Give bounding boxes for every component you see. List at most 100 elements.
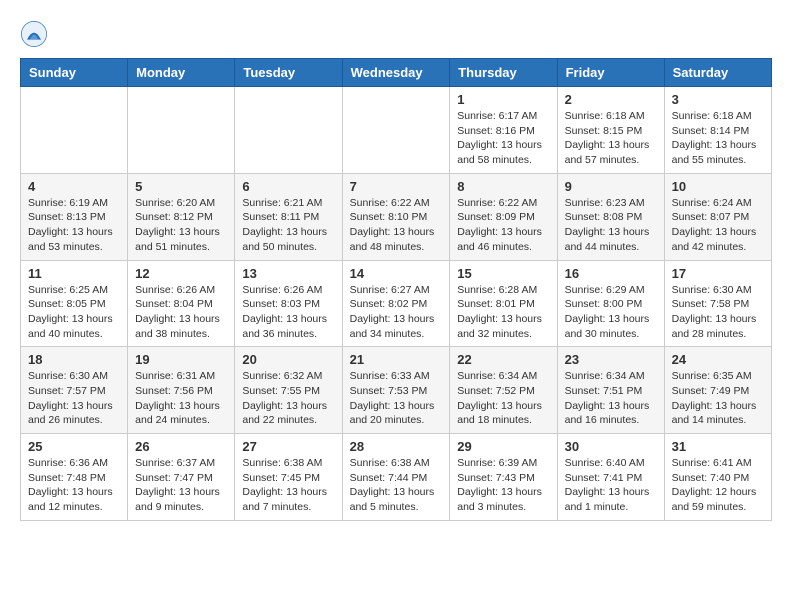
- day-number: 13: [242, 266, 334, 281]
- day-info: Sunrise: 6:25 AM Sunset: 8:05 PM Dayligh…: [28, 283, 120, 342]
- day-number: 15: [457, 266, 549, 281]
- calendar-cell: [342, 87, 450, 174]
- day-number: 28: [350, 439, 443, 454]
- day-number: 31: [672, 439, 764, 454]
- day-info: Sunrise: 6:27 AM Sunset: 8:02 PM Dayligh…: [350, 283, 443, 342]
- calendar-cell: 3Sunrise: 6:18 AM Sunset: 8:14 PM Daylig…: [664, 87, 771, 174]
- day-number: 16: [565, 266, 657, 281]
- calendar-cell: 25Sunrise: 6:36 AM Sunset: 7:48 PM Dayli…: [21, 434, 128, 521]
- day-info: Sunrise: 6:28 AM Sunset: 8:01 PM Dayligh…: [457, 283, 549, 342]
- day-number: 30: [565, 439, 657, 454]
- logo-icon: [20, 20, 48, 48]
- calendar-cell: 10 Sunrise: 6:24 AM Sunset: 8:07 PM Dayli…: [664, 173, 771, 260]
- calendar-cell: 13 Sunrise: 6:26 AM Sunset: 8:03 PM Dayli…: [235, 260, 342, 347]
- day-number: 7: [350, 179, 443, 194]
- day-info: Sunrise: 6:26 AM Sunset: 8:03 PM Dayligh…: [242, 283, 334, 342]
- day-number: 12: [135, 266, 227, 281]
- weekday-header: Saturday: [664, 59, 771, 87]
- day-info: Sunrise: 6:19 AM Sunset: 8:13 PM Dayligh…: [28, 196, 120, 255]
- day-number: 14: [350, 266, 443, 281]
- day-info: Sunrise: 6:38 AM Sunset: 7:45 PM Dayligh…: [242, 456, 334, 515]
- day-info: Sunrise: 6:20 AM Sunset: 8:12 PM Dayligh…: [135, 196, 227, 255]
- calendar-cell: 1 Sunrise: 6:17 AM Sunset: 8:16 PM Daylig…: [450, 87, 557, 174]
- day-info: Sunrise: 6:18 AM Sunset: 8:15 PM Dayligh…: [565, 109, 657, 168]
- calendar-cell: [21, 87, 128, 174]
- calendar-cell: 21Sunrise: 6:33 AM Sunset: 7:53 PM Dayli…: [342, 347, 450, 434]
- calendar-week-row: 18 Sunrise: 6:30 AM Sunset: 7:57 PM Dayli…: [21, 347, 772, 434]
- day-info: Sunrise: 6:39 AM Sunset: 7:43 PM Dayligh…: [457, 456, 549, 515]
- day-info: Sunrise: 6:38 AM Sunset: 7:44 PM Dayligh…: [350, 456, 443, 515]
- day-number: 3: [672, 92, 764, 107]
- day-info: Sunrise: 6:30 AM Sunset: 7:58 PM Dayligh…: [672, 283, 764, 342]
- calendar-cell: 30 Sunrise: 6:40 AM Sunset: 7:41 PM Dayli…: [557, 434, 664, 521]
- calendar-cell: 12Sunrise: 6:26 AM Sunset: 8:04 PM Dayli…: [128, 260, 235, 347]
- calendar-cell: [235, 87, 342, 174]
- day-info: Sunrise: 6:34 AM Sunset: 7:52 PM Dayligh…: [457, 369, 549, 428]
- day-info: Sunrise: 6:40 AM Sunset: 7:41 PM Dayligh…: [565, 456, 657, 515]
- day-info: Sunrise: 6:24 AM Sunset: 8:07 PM Dayligh…: [672, 196, 764, 255]
- calendar-cell: 16 Sunrise: 6:29 AM Sunset: 8:00 PM Dayli…: [557, 260, 664, 347]
- calendar-cell: 31 Sunrise: 6:41 AM Sunset: 7:40 PM Dayli…: [664, 434, 771, 521]
- day-number: 22: [457, 352, 549, 367]
- weekday-header: Thursday: [450, 59, 557, 87]
- calendar-header-row: SundayMondayTuesdayWednesdayThursdayFrid…: [21, 59, 772, 87]
- day-info: Sunrise: 6:37 AM Sunset: 7:47 PM Dayligh…: [135, 456, 227, 515]
- calendar-cell: 9 Sunrise: 6:23 AM Sunset: 8:08 PM Daylig…: [557, 173, 664, 260]
- calendar-cell: 8 Sunrise: 6:22 AM Sunset: 8:09 PM Daylig…: [450, 173, 557, 260]
- day-info: Sunrise: 6:32 AM Sunset: 7:55 PM Dayligh…: [242, 369, 334, 428]
- day-info: Sunrise: 6:34 AM Sunset: 7:51 PM Dayligh…: [565, 369, 657, 428]
- calendar-cell: 5Sunrise: 6:20 AM Sunset: 8:12 PM Daylig…: [128, 173, 235, 260]
- day-number: 6: [242, 179, 334, 194]
- day-info: Sunrise: 6:22 AM Sunset: 8:10 PM Dayligh…: [350, 196, 443, 255]
- logo: [20, 20, 52, 48]
- day-number: 25: [28, 439, 120, 454]
- calendar-cell: 11Sunrise: 6:25 AM Sunset: 8:05 PM Dayli…: [21, 260, 128, 347]
- calendar-cell: 28 Sunrise: 6:38 AM Sunset: 7:44 PM Dayli…: [342, 434, 450, 521]
- day-number: 20: [242, 352, 334, 367]
- calendar-cell: 15 Sunrise: 6:28 AM Sunset: 8:01 PM Dayli…: [450, 260, 557, 347]
- weekday-header: Monday: [128, 59, 235, 87]
- day-number: 26: [135, 439, 227, 454]
- day-number: 21: [350, 352, 443, 367]
- day-number: 10: [672, 179, 764, 194]
- calendar-cell: 26 Sunrise: 6:37 AM Sunset: 7:47 PM Dayli…: [128, 434, 235, 521]
- weekday-header: Wednesday: [342, 59, 450, 87]
- day-info: Sunrise: 6:23 AM Sunset: 8:08 PM Dayligh…: [565, 196, 657, 255]
- calendar-cell: [128, 87, 235, 174]
- calendar-cell: 19 Sunrise: 6:31 AM Sunset: 7:56 PM Dayli…: [128, 347, 235, 434]
- day-number: 27: [242, 439, 334, 454]
- calendar-cell: 20 Sunrise: 6:32 AM Sunset: 7:55 PM Dayli…: [235, 347, 342, 434]
- day-number: 4: [28, 179, 120, 194]
- weekday-header: Sunday: [21, 59, 128, 87]
- calendar-cell: 7 Sunrise: 6:22 AM Sunset: 8:10 PM Daylig…: [342, 173, 450, 260]
- calendar-cell: 27 Sunrise: 6:38 AM Sunset: 7:45 PM Dayli…: [235, 434, 342, 521]
- day-number: 8: [457, 179, 549, 194]
- day-info: Sunrise: 6:35 AM Sunset: 7:49 PM Dayligh…: [672, 369, 764, 428]
- page-header: [20, 20, 772, 48]
- day-info: Sunrise: 6:17 AM Sunset: 8:16 PM Dayligh…: [457, 109, 549, 168]
- day-number: 9: [565, 179, 657, 194]
- calendar-week-row: 1 Sunrise: 6:17 AM Sunset: 8:16 PM Daylig…: [21, 87, 772, 174]
- day-info: Sunrise: 6:31 AM Sunset: 7:56 PM Dayligh…: [135, 369, 227, 428]
- calendar-cell: 29Sunrise: 6:39 AM Sunset: 7:43 PM Dayli…: [450, 434, 557, 521]
- day-info: Sunrise: 6:41 AM Sunset: 7:40 PM Dayligh…: [672, 456, 764, 515]
- calendar-cell: 23 Sunrise: 6:34 AM Sunset: 7:51 PM Dayli…: [557, 347, 664, 434]
- day-number: 23: [565, 352, 657, 367]
- day-number: 1: [457, 92, 549, 107]
- day-number: 18: [28, 352, 120, 367]
- calendar-cell: 22 Sunrise: 6:34 AM Sunset: 7:52 PM Dayli…: [450, 347, 557, 434]
- calendar-week-row: 11Sunrise: 6:25 AM Sunset: 8:05 PM Dayli…: [21, 260, 772, 347]
- calendar-cell: 6 Sunrise: 6:21 AM Sunset: 8:11 PM Daylig…: [235, 173, 342, 260]
- day-info: Sunrise: 6:21 AM Sunset: 8:11 PM Dayligh…: [242, 196, 334, 255]
- day-info: Sunrise: 6:29 AM Sunset: 8:00 PM Dayligh…: [565, 283, 657, 342]
- day-info: Sunrise: 6:30 AM Sunset: 7:57 PM Dayligh…: [28, 369, 120, 428]
- calendar-cell: 2 Sunrise: 6:18 AM Sunset: 8:15 PM Daylig…: [557, 87, 664, 174]
- day-info: Sunrise: 6:22 AM Sunset: 8:09 PM Dayligh…: [457, 196, 549, 255]
- day-number: 2: [565, 92, 657, 107]
- day-number: 19: [135, 352, 227, 367]
- calendar-cell: 4 Sunrise: 6:19 AM Sunset: 8:13 PM Daylig…: [21, 173, 128, 260]
- calendar-week-row: 25Sunrise: 6:36 AM Sunset: 7:48 PM Dayli…: [21, 434, 772, 521]
- weekday-header: Friday: [557, 59, 664, 87]
- calendar-week-row: 4 Sunrise: 6:19 AM Sunset: 8:13 PM Daylig…: [21, 173, 772, 260]
- day-number: 17: [672, 266, 764, 281]
